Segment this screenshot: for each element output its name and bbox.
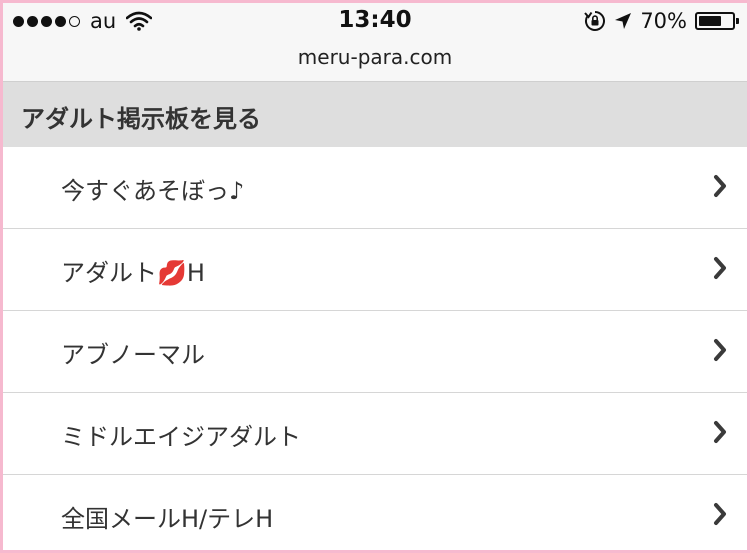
battery-percentage: 70% (640, 9, 687, 33)
menu-item-adult-h[interactable]: アダルト💋H (3, 229, 747, 311)
status-bar: au 13:40 70% (3, 3, 747, 43)
board-menu-list: 今すぐあそぼっ♪ アダルト💋H アブノーマル ミドルエイジアダルト 全国メールH… (3, 147, 747, 550)
battery-fill (699, 16, 722, 26)
chevron-right-icon (714, 421, 726, 443)
menu-item-label: 全国メールH/テレH (61, 505, 274, 533)
menu-item-label: アブノーマル (61, 341, 205, 369)
battery-nub (736, 18, 739, 24)
menu-item-label: ミドルエイジアダルト (61, 423, 301, 451)
section-title: アダルト掲示板を見る (21, 105, 261, 133)
chevron-right-icon (714, 339, 726, 361)
menu-item-middle-age-adult[interactable]: ミドルエイジアダルト (3, 393, 747, 475)
menu-item-nationwide-mail-tel[interactable]: 全国メールH/テレH (3, 475, 747, 550)
battery-icon (695, 12, 739, 30)
chevron-right-icon (714, 257, 726, 279)
location-arrow-icon (615, 13, 632, 29)
menu-item-label: 今すぐあそぼっ♪ (61, 177, 245, 205)
menu-item-label: アダルト💋H (61, 259, 205, 287)
address-bar[interactable]: meru-para.com (3, 43, 747, 82)
screen-frame: au 13:40 70% meru-para.com アダルト掲示板を見る 今す… (0, 0, 750, 553)
chevron-right-icon (714, 175, 726, 197)
menu-item-play-now[interactable]: 今すぐあそぼっ♪ (3, 147, 747, 229)
chevron-right-icon (714, 503, 726, 525)
rotation-lock-icon (584, 11, 606, 31)
status-bar-right: 70% (584, 9, 739, 33)
url-text: meru-para.com (297, 45, 453, 69)
section-header: アダルト掲示板を見る (3, 82, 747, 147)
menu-item-abnormal[interactable]: アブノーマル (3, 311, 747, 393)
